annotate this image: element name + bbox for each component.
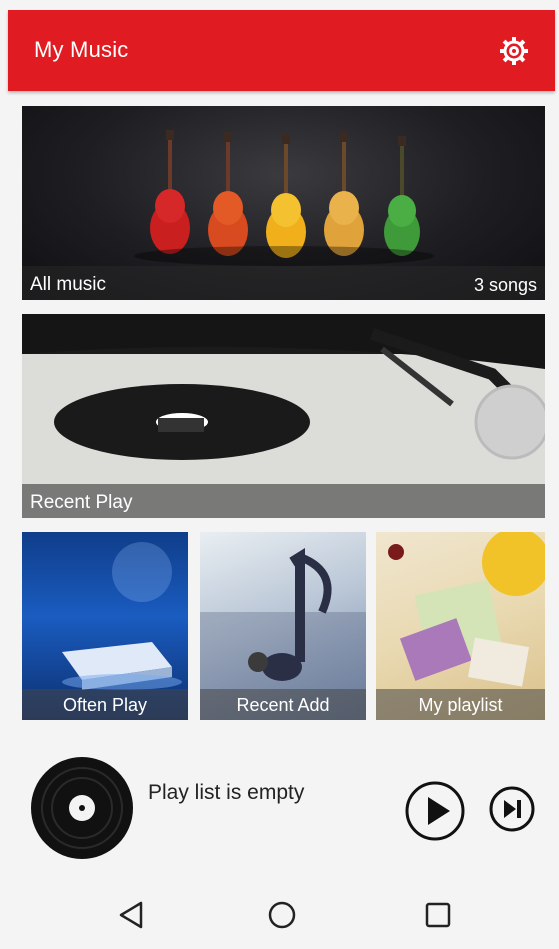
skip-next-icon[interactable] [488,785,536,833]
often-play-tile[interactable]: Often Play [22,532,188,720]
my-playlist-tile[interactable]: My playlist [376,532,545,720]
recents-icon[interactable] [420,897,456,933]
app-bar: My Music [8,10,555,91]
now-playing-status: Play list is empty [148,781,305,804]
recent-play-card[interactable]: Recent Play [22,314,545,518]
my-playlist-label: My playlist [418,695,503,715]
vinyl-disc-icon[interactable] [30,756,134,860]
recent-play-label: Recent Play [30,492,133,513]
app-title: My Music [34,37,129,62]
song-count: 3 songs [473,275,537,295]
recent-add-tile[interactable]: Recent Add [200,532,366,720]
home-icon[interactable] [264,897,300,933]
play-icon[interactable] [404,780,466,842]
all-music-card[interactable]: All music 3 songs [22,106,545,300]
recent-add-label: Recent Add [236,695,330,715]
back-icon[interactable] [113,897,149,933]
music-app-screen: My Music All music 3 songs Recent Play O… [0,0,559,949]
gear-icon[interactable] [499,36,529,66]
often-play-label: Often Play [62,695,148,715]
all-music-label: All music [30,274,107,295]
